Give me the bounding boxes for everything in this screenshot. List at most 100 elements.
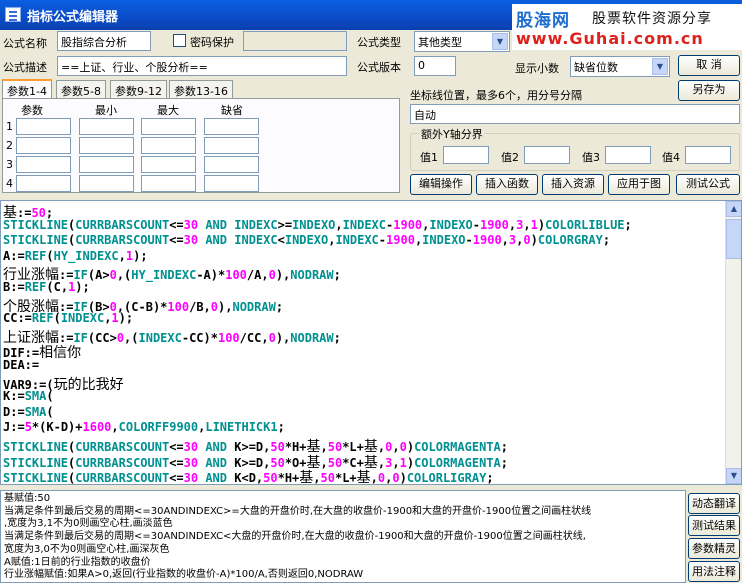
- param-min-input[interactable]: [79, 137, 134, 154]
- code-text: ,(: [124, 330, 139, 345]
- param-min-input[interactable]: [79, 175, 134, 192]
- code-keyword: COLORLIGRAY: [406, 471, 487, 485]
- scroll-thumb[interactable]: [726, 219, 741, 259]
- code-keyword: CURRBARSCOUNT: [75, 233, 170, 248]
- code-text: -A)*: [196, 268, 226, 283]
- code-keyword: CURRBARSCOUNT: [75, 217, 170, 232]
- save-as-button[interactable]: 另存为: [678, 80, 740, 101]
- param-max-input[interactable]: [141, 175, 196, 192]
- formula-type-value: 其他类型: [418, 36, 462, 49]
- code-text: 玩的比我好: [53, 376, 124, 393]
- param-min-input[interactable]: [79, 156, 134, 173]
- code-text: -CC)*: [181, 330, 218, 345]
- code-number: 5: [24, 420, 32, 435]
- value4-input[interactable]: [685, 146, 731, 164]
- code-text: ;: [624, 217, 632, 232]
- param-name-input[interactable]: [16, 156, 71, 173]
- chevron-down-icon[interactable]: ▼: [652, 58, 668, 75]
- insert-resource-button[interactable]: 插入资源: [542, 174, 604, 195]
- code-text: B:=: [3, 280, 25, 294]
- code-text: K<D,: [227, 471, 264, 485]
- code-text: *(K-D)+: [31, 420, 83, 435]
- code-text: -: [472, 217, 480, 232]
- dynamic-translate-button[interactable]: 动态翻译: [688, 493, 740, 514]
- code-text: /A,: [246, 268, 269, 283]
- app-icon: [5, 7, 21, 22]
- password-label: 密码保护: [190, 36, 234, 49]
- code-number: 30: [183, 217, 199, 232]
- translation-notes[interactable]: 基赋值:50 当满足条件到最后交易的周期<=30ANDINDEXC>=大盘的开盘…: [0, 490, 686, 583]
- value2-input[interactable]: [524, 146, 570, 164]
- tab-params-13-16[interactable]: 参数13-16: [169, 80, 233, 98]
- code-number: 1600: [82, 420, 112, 435]
- password-checkbox[interactable]: [173, 34, 186, 47]
- code-keyword: LINETHICK1: [205, 420, 278, 435]
- code-keyword: AND: [205, 233, 228, 248]
- code-keyword: NODRAW: [290, 330, 334, 345]
- usage-notes-button[interactable]: 用法注释: [688, 561, 740, 582]
- param-default-input[interactable]: [204, 156, 259, 173]
- tab-params-9-12[interactable]: 参数9-12: [110, 80, 167, 98]
- password-input[interactable]: [243, 31, 347, 51]
- code-text: CC:=: [3, 311, 32, 326]
- code-line: A:=REF(HY_INDEXC,1);: [3, 249, 148, 263]
- test-result-button[interactable]: 测试结果: [688, 515, 740, 536]
- scroll-down-icon[interactable]: ▼: [726, 468, 741, 484]
- code-line: K:=SMA(: [3, 389, 54, 403]
- code-keyword: INDEXO: [284, 233, 329, 248]
- window-title: 指标公式编辑器: [27, 10, 119, 25]
- code-keyword: STICKLINE: [3, 217, 69, 232]
- params-tabs: 参数1-4 参数5-8 参数9-12 参数13-16 参数 最小 最大 缺省 1…: [0, 79, 404, 194]
- code-keyword: STICKLINE: [3, 233, 69, 248]
- code-number: 0: [210, 299, 219, 314]
- scroll-up-icon[interactable]: ▲: [726, 201, 741, 217]
- param-default-input[interactable]: [204, 137, 259, 154]
- code-keyword: SMA: [24, 404, 47, 419]
- value4-label: 值4: [662, 151, 680, 164]
- code-keyword: COLORGRAY: [537, 233, 603, 248]
- apply-to-chart-button[interactable]: 应用于图: [608, 174, 670, 195]
- param-min-input[interactable]: [79, 118, 134, 135]
- formula-name-input[interactable]: 股指综合分析: [57, 31, 151, 51]
- param-max-input[interactable]: [141, 156, 196, 173]
- param-name-input[interactable]: [16, 175, 71, 192]
- code-number: 1900: [472, 233, 502, 248]
- code-text: );: [133, 248, 148, 263]
- edit-ops-button[interactable]: 编辑操作: [410, 174, 472, 195]
- tab-params-1-4[interactable]: 参数1-4: [2, 79, 52, 99]
- param-max-input[interactable]: [141, 137, 196, 154]
- decimal-select[interactable]: 缺省位数 ▼: [570, 56, 670, 77]
- cancel-button[interactable]: 取 消: [678, 55, 740, 76]
- param-name-input[interactable]: [16, 137, 71, 154]
- yaxis-group-title: 额外Y轴分界: [419, 126, 485, 142]
- param-default-input[interactable]: [204, 175, 259, 192]
- tab-params-5-8[interactable]: 参数5-8: [56, 80, 106, 98]
- code-line: J:=5*(K-D)+1600,COLORFF9900,LINETHICK1;: [3, 420, 285, 434]
- test-formula-button[interactable]: 测试公式: [676, 174, 740, 195]
- axis-position-input[interactable]: 自动: [410, 104, 740, 124]
- param-max-input[interactable]: [141, 118, 196, 135]
- param-row-number: 3: [6, 158, 13, 171]
- code-text: <=: [169, 233, 184, 248]
- code-number: 1900: [393, 217, 423, 232]
- code-text: ),: [275, 330, 291, 345]
- yaxis-groupbox: 额外Y轴分界 值1 值2 值3 值4: [410, 126, 740, 171]
- code-text: (C,: [46, 280, 69, 294]
- code-text: ;: [277, 420, 285, 435]
- editor-scrollbar[interactable]: ▲ ▼: [725, 201, 741, 484]
- formula-code-editor[interactable]: 基:=50; STICKLINE(CURRBARSCOUNT<=30 AND IN…: [0, 200, 742, 485]
- code-text: /B,: [189, 299, 211, 314]
- param-default-input[interactable]: [204, 118, 259, 135]
- code-text: ;: [333, 268, 341, 283]
- insert-function-button[interactable]: 插入函数: [476, 174, 538, 195]
- formula-type-select[interactable]: 其他类型 ▼: [414, 31, 510, 52]
- value3-input[interactable]: [605, 146, 651, 164]
- logo-site-name: 股海网: [516, 11, 570, 31]
- formula-desc-input[interactable]: ==上证、行业、个股分析==: [57, 56, 347, 76]
- param-wizard-button[interactable]: 参数精灵: [688, 538, 740, 559]
- value1-input[interactable]: [443, 146, 489, 164]
- code-text: <=: [169, 217, 184, 232]
- formula-version-input[interactable]: 0: [414, 56, 456, 76]
- param-name-input[interactable]: [16, 118, 71, 135]
- chevron-down-icon[interactable]: ▼: [492, 33, 508, 50]
